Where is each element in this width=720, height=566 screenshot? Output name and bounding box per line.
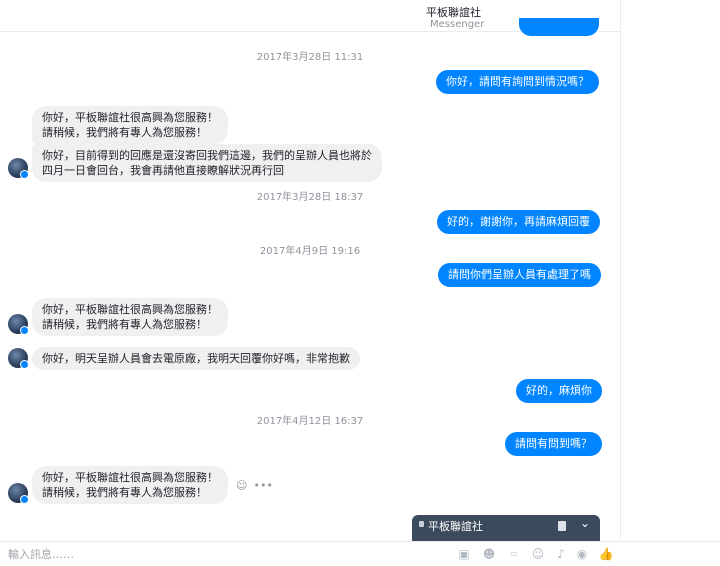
message-scrollbar[interactable] bbox=[620, 0, 621, 540]
outgoing-message[interactable]: 請問你們呈辦人員有處理了嗎 bbox=[438, 263, 601, 287]
more-icon[interactable]: ••• bbox=[253, 479, 272, 492]
mic-icon[interactable]: ♪ bbox=[553, 546, 569, 562]
avatar[interactable] bbox=[8, 314, 29, 335]
timestamp: 2017年4月12日 16:37 bbox=[256, 416, 364, 427]
avatar[interactable] bbox=[8, 158, 29, 179]
photo-icon[interactable]: ▣ bbox=[456, 546, 472, 562]
chat-popup-title[interactable]: 平板聯誼社 bbox=[428, 518, 483, 534]
timestamp: 2017年3月28日 18:37 bbox=[256, 192, 364, 203]
incoming-message[interactable]: 你好，平板聯誼社很高興為您服務！ 請稍候，我們將有專人為您服務！ bbox=[32, 466, 228, 504]
message-line: 請稍候，我們將有專人為您服務！ bbox=[42, 318, 207, 331]
incoming-message[interactable]: 你好，明天呈辦人員會去電原廠，我明天回覆你好嗎，非常抱歉 bbox=[32, 347, 360, 370]
message-input[interactable] bbox=[6, 544, 410, 564]
message-line: 請稍候，我們將有專人為您服務！ bbox=[42, 126, 207, 139]
outgoing-message[interactable]: 你好，請問有詢問到情況嗎？ bbox=[436, 70, 599, 94]
chat-popup-tab[interactable]: 平板聯誼社 ⌄ bbox=[412, 515, 600, 541]
message-line: 你好，明天呈辦人員會去電原廠，我明天回覆你好嗎，非常抱歉 bbox=[42, 352, 350, 365]
emoji-icon[interactable]: ☺ bbox=[530, 546, 546, 562]
timestamp: 2017年3月28日 11:31 bbox=[256, 52, 364, 63]
message-line: 你好，平板聯誼社很高興為您服務！ bbox=[42, 111, 218, 124]
incoming-message[interactable]: 你好，目前得到的回應是還沒寄回我們這邊，我們的呈辦人員也將於 四月一日會回台，我… bbox=[32, 144, 382, 182]
lock-icon bbox=[419, 521, 424, 527]
message-line: 你好，目前得到的回應是還沒寄回我們這邊，我們的呈辦人員也將於 bbox=[42, 149, 372, 162]
conversation-header: 平板聯誼社 Messenger bbox=[0, 0, 720, 32]
message-actions: ☺ ••• bbox=[236, 479, 279, 492]
avatar[interactable] bbox=[8, 348, 29, 369]
timestamp: 2017年4月9日 19:16 bbox=[259, 246, 361, 257]
sticker-icon[interactable]: ☻ bbox=[481, 546, 497, 562]
message-line: 請稍候，我們將有專人為您服務！ bbox=[42, 486, 207, 499]
outgoing-message[interactable]: 請問有問到嗎？ bbox=[505, 432, 602, 456]
outgoing-message-partial[interactable] bbox=[519, 18, 599, 36]
composer: ▣ ☻ ▭ ☺ ♪ ◉ 👍 bbox=[0, 541, 720, 566]
document-icon[interactable] bbox=[558, 521, 566, 531]
message-line: 你好，平板聯誼社很高興為您服務！ bbox=[42, 303, 218, 316]
avatar[interactable] bbox=[8, 483, 29, 504]
camera-icon[interactable]: ◉ bbox=[574, 546, 590, 562]
like-icon[interactable]: 👍 bbox=[598, 546, 614, 562]
incoming-message[interactable]: 你好，平板聯誼社很高興為您服務！ 請稍候，我們將有專人為您服務！ bbox=[32, 298, 228, 336]
gif-icon[interactable]: ▭ bbox=[506, 546, 522, 562]
conversation-subtitle: Messenger bbox=[430, 19, 485, 30]
outgoing-message[interactable]: 好的，麻煩你 bbox=[516, 379, 602, 403]
outgoing-message[interactable]: 好的，謝謝你，再請麻煩回覆 bbox=[437, 210, 600, 234]
conversation-title[interactable]: 平板聯誼社 bbox=[426, 4, 481, 20]
message-line: 你好，平板聯誼社很高興為您服務！ bbox=[42, 471, 218, 484]
smile-icon[interactable]: ☺ bbox=[236, 479, 247, 492]
chevron-down-icon[interactable]: ⌄ bbox=[580, 516, 590, 530]
message-line: 四月一日會回台，我會再請他直接瞭解狀況再行回 bbox=[42, 164, 284, 177]
incoming-message[interactable]: 你好，平板聯誼社很高興為您服務！ 請稍候，我們將有專人為您服務！ bbox=[32, 106, 228, 144]
